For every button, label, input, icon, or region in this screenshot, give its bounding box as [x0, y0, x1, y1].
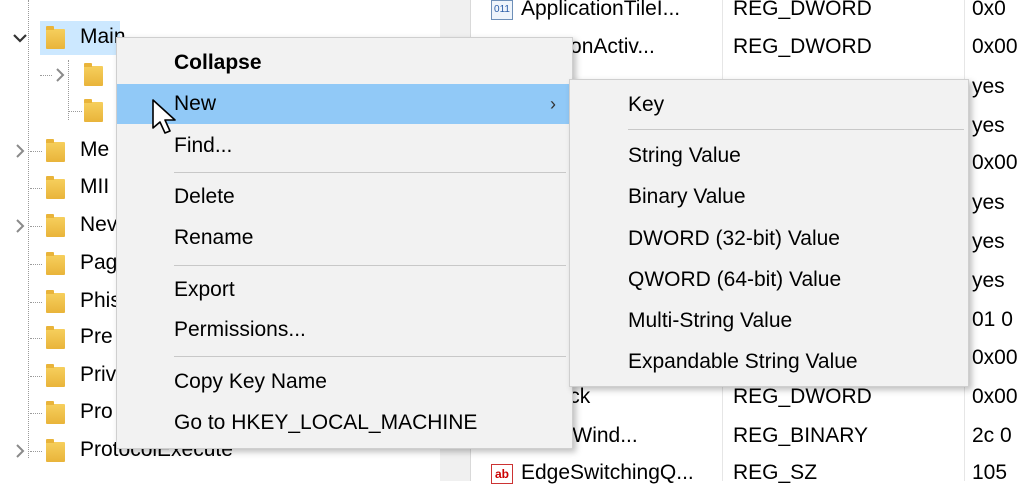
tree-connector-line: [30, 413, 42, 414]
tree-connector-line: [40, 75, 52, 76]
menu-item-label: Expandable String Value: [628, 350, 858, 373]
reg-binary-icon: 011: [491, 0, 513, 20]
menu-item-find[interactable]: Find...: [117, 126, 572, 166]
value-type: REG_DWORD: [733, 0, 872, 20]
chevron-right-icon[interactable]: [52, 67, 68, 83]
value-data: 01 0: [972, 308, 1013, 331]
value-type: REG_DWORD: [733, 35, 872, 58]
value-data: 0x00: [972, 346, 1018, 369]
new-submenu: Key String Value Binary Value DWORD (32-…: [569, 79, 969, 387]
menu-separator: [628, 129, 964, 130]
submenu-item-multi-string-value[interactable]: Multi-String Value: [570, 301, 968, 341]
chevron-right-icon[interactable]: [12, 143, 28, 159]
menu-item-new[interactable]: New ›: [117, 84, 572, 124]
tree-connector-line: [30, 376, 42, 377]
tree-item-label: Pro: [80, 400, 113, 423]
folder-icon: [46, 139, 65, 162]
menu-item-export[interactable]: Export: [117, 270, 572, 310]
value-row[interactable]: 011 ApplicationTileI... REG_DWORD 0x0: [471, 0, 1019, 28]
chevron-right-icon[interactable]: [12, 443, 28, 459]
value-data: 105: [972, 461, 1008, 484]
menu-item-label: Multi-String Value: [628, 309, 793, 332]
tree-item-label: Nev: [80, 213, 118, 236]
tree-connector-line: [30, 451, 42, 452]
menu-item-permissions[interactable]: Permissions...: [117, 310, 572, 350]
menu-item-label: Rename: [174, 226, 254, 249]
value-data: yes: [972, 269, 1005, 292]
submenu-item-dword-value[interactable]: DWORD (32-bit) Value: [570, 219, 968, 259]
menu-item-copy-key-name[interactable]: Copy Key Name: [117, 362, 572, 402]
value-data: yes: [972, 191, 1005, 214]
chevron-right-icon: ›: [550, 94, 556, 114]
value-data: 0x00: [972, 151, 1018, 174]
submenu-item-string-value[interactable]: String Value: [570, 136, 968, 176]
folder-icon: [46, 214, 65, 237]
value-data: yes: [972, 230, 1005, 253]
value-type: REG_SZ: [733, 461, 818, 484]
menu-item-label: Delete: [174, 185, 235, 208]
menu-separator: [174, 356, 566, 357]
mouse-cursor-icon: [150, 98, 180, 136]
value-name: EdgeSwitchingQ...: [521, 461, 694, 484]
submenu-item-expandable-string-value[interactable]: Expandable String Value: [570, 342, 968, 382]
tree-connector-line: [30, 302, 42, 303]
menu-item-label: Binary Value: [628, 185, 746, 208]
tree-item-label: Priv: [80, 363, 117, 386]
menu-item-label: Go to HKEY_LOCAL_MACHINE: [174, 411, 478, 434]
menu-item-label: QWORD (64-bit) Value: [628, 268, 842, 291]
reg-string-icon: ab: [491, 464, 513, 484]
folder-icon: [46, 439, 65, 462]
value-name: ApplicationTileI...: [521, 0, 681, 20]
tree-item-label: Pag: [80, 251, 118, 274]
value-data: yes: [972, 114, 1005, 137]
tree-item-label: Pre: [80, 325, 113, 348]
value-data: 2c 0: [972, 424, 1012, 447]
tree-connector-line: [30, 188, 42, 189]
submenu-item-binary-value[interactable]: Binary Value: [570, 177, 968, 217]
tree-connector-line: [30, 338, 42, 339]
chevron-right-icon[interactable]: [12, 218, 28, 234]
menu-item-label: Collapse: [174, 51, 262, 74]
menu-item-label: Copy Key Name: [174, 370, 327, 393]
chevron-down-icon[interactable]: [12, 30, 28, 46]
folder-icon: [84, 63, 103, 86]
tree-connector-line: [30, 264, 42, 265]
tree-connector-line: [30, 226, 42, 227]
menu-item-label: New: [174, 92, 217, 115]
folder-icon: [46, 290, 65, 313]
menu-item-label: Permissions...: [174, 318, 306, 341]
value-data: 0x0: [972, 0, 1006, 20]
submenu-item-qword-value[interactable]: QWORD (64-bit) Value: [570, 260, 968, 300]
menu-item-delete[interactable]: Delete: [117, 177, 572, 217]
folder-icon: [46, 364, 65, 387]
tree-connector-line: [30, 151, 42, 152]
value-row[interactable]: ab EdgeSwitchingQ... REG_SZ 105: [471, 454, 1019, 492]
value-data: yes: [972, 75, 1005, 98]
menu-item-label: Key: [628, 93, 665, 116]
folder-icon: [84, 99, 103, 122]
submenu-item-key[interactable]: Key: [570, 85, 968, 125]
menu-separator: [174, 172, 566, 173]
folder-icon: [46, 252, 65, 275]
menu-item-label: Export: [174, 278, 235, 301]
value-data: 0x00: [972, 35, 1018, 58]
menu-separator: [174, 265, 566, 266]
tree-item-label: MII: [80, 175, 110, 198]
menu-item-label: Find...: [174, 134, 233, 157]
folder-icon: [46, 401, 65, 424]
menu-item-goto-hklm[interactable]: Go to HKEY_LOCAL_MACHINE: [117, 403, 572, 443]
folder-icon: [46, 26, 65, 49]
value-type: REG_BINARY: [733, 424, 868, 447]
tree-connector-line: [68, 111, 82, 112]
menu-item-collapse[interactable]: Collapse: [117, 43, 572, 83]
folder-icon: [46, 176, 65, 199]
menu-item-label: String Value: [628, 144, 741, 167]
value-data: 0x00: [972, 385, 1018, 408]
tree-item-label: Phis: [80, 289, 121, 312]
menu-item-rename[interactable]: Rename: [117, 218, 572, 258]
context-menu: Collapse New › Find... Delete Rename Exp…: [116, 37, 573, 449]
menu-item-label: DWORD (32-bit) Value: [628, 227, 840, 250]
tree-item-label: Me: [80, 138, 110, 161]
folder-icon: [46, 326, 65, 349]
